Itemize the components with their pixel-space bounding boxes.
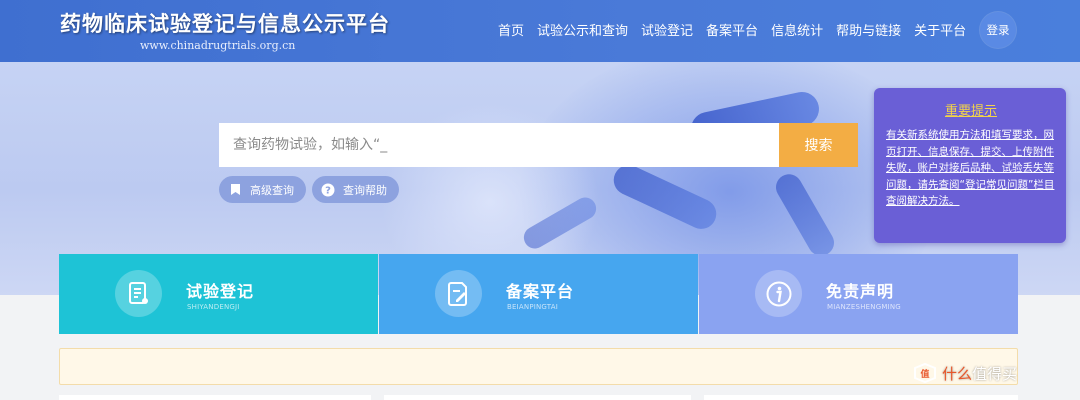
important-notice-panel: 重要提示 有关新系统使用方法和填写要求，网页打开、信息保存、提交、上传附件失败，… bbox=[874, 88, 1066, 243]
nav-trial-register[interactable]: 试验登记 bbox=[641, 20, 693, 39]
site-title: 药物临床试验登记与信息公示平台 bbox=[60, 12, 390, 36]
card-subtitle: SHIYANDENGJI bbox=[187, 303, 240, 311]
announcement-bar bbox=[59, 348, 1018, 385]
site-url: www.chinadrugtrials.org.cn bbox=[140, 39, 296, 52]
feature-cards: 试验登记 SHIYANDENGJI 备案平台 BEIANPINGTAI 免责声明… bbox=[59, 254, 1018, 334]
svg-text:值: 值 bbox=[920, 368, 929, 380]
card-title: 试验登记 bbox=[186, 282, 255, 301]
nav-filing-platform[interactable]: 备案平台 bbox=[706, 20, 758, 39]
site-header: 药物临床试验登记与信息公示平台 www.chinadrugtrials.org.… bbox=[0, 0, 1080, 62]
content-panel bbox=[59, 395, 371, 400]
watermark-text: 什么值得买 bbox=[942, 364, 1018, 383]
card-disclaimer[interactable]: 免责声明 MIANZESHENGMING bbox=[699, 254, 1018, 334]
card-subtitle: BEIANPINGTAI bbox=[507, 303, 558, 311]
nav-statistics[interactable]: 信息统计 bbox=[771, 20, 823, 39]
content-panel bbox=[704, 395, 1018, 400]
login-button[interactable]: 登录 bbox=[980, 12, 1016, 48]
content-panel bbox=[384, 395, 691, 400]
card-filing-platform[interactable]: 备案平台 BEIANPINGTAI bbox=[379, 254, 698, 334]
file-pen-icon bbox=[435, 270, 482, 317]
card-subtitle: MIANZESHENGMING bbox=[827, 303, 901, 311]
nav-trial-query[interactable]: 试验公示和查询 bbox=[537, 20, 628, 39]
search-input[interactable] bbox=[219, 123, 779, 167]
info-icon bbox=[755, 270, 802, 317]
card-trial-registration[interactable]: 试验登记 SHIYANDENGJI bbox=[59, 254, 378, 334]
search-box bbox=[219, 123, 779, 167]
advanced-search-label: 高级查询 bbox=[250, 183, 294, 197]
search-help-button[interactable]: ? 查询帮助 bbox=[312, 176, 399, 203]
watermark: 值 什么值得买 bbox=[912, 358, 1072, 388]
nav-home[interactable]: 首页 bbox=[498, 20, 524, 39]
question-icon: ? bbox=[321, 183, 335, 197]
notice-title[interactable]: 重要提示 bbox=[886, 100, 1056, 119]
bookmark-icon bbox=[228, 183, 242, 197]
advanced-search-button[interactable]: 高级查询 bbox=[219, 176, 306, 203]
watermark-logo-icon: 值 bbox=[914, 362, 936, 384]
nav-about[interactable]: 关于平台 bbox=[914, 20, 966, 39]
card-title: 备案平台 bbox=[506, 282, 575, 301]
nav-help-links[interactable]: 帮助与链接 bbox=[836, 20, 901, 39]
card-title: 免责声明 bbox=[826, 282, 895, 301]
search-help-label: 查询帮助 bbox=[343, 183, 387, 197]
document-edit-icon bbox=[115, 270, 162, 317]
search-button[interactable]: 搜索 bbox=[779, 123, 858, 167]
site-brand[interactable]: 药物临床试验登记与信息公示平台 www.chinadrugtrials.org.… bbox=[60, 8, 390, 52]
main-nav: 首页 试验公示和查询 试验登记 备案平台 信息统计 帮助与链接 关于平台 bbox=[498, 20, 979, 39]
notice-body[interactable]: 有关新系统使用方法和填写要求，网页打开、信息保存、提交、上传附件失败，账户对接后… bbox=[886, 127, 1056, 210]
svg-text:?: ? bbox=[325, 185, 331, 196]
